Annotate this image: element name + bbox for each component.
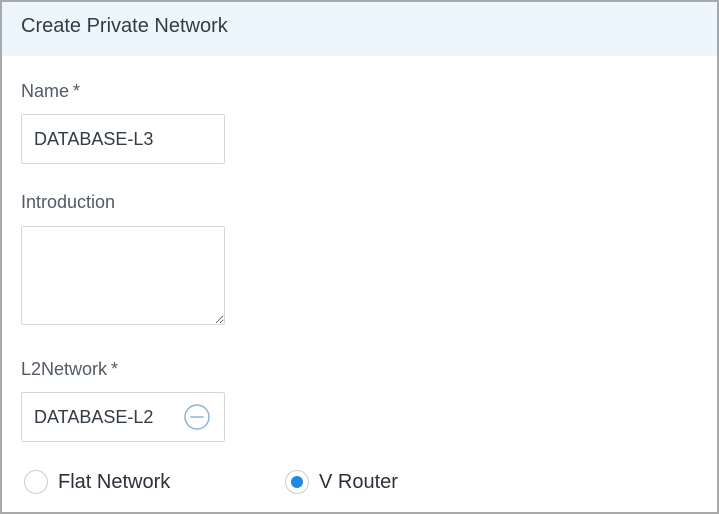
radio-circle-checked[interactable] — [285, 470, 309, 494]
l2network-selected-value: DATABASE-L2 — [34, 407, 154, 427]
dialog-title: Create Private Network — [21, 15, 228, 37]
radio-flat-network[interactable]: Flat Network — [24, 469, 224, 497]
introduction-textarea[interactable] — [21, 226, 225, 325]
create-private-network-dialog: Create Private Network Name* Introductio… — [0, 0, 719, 514]
radio-selected-dot — [291, 476, 303, 488]
required-mark: * — [73, 81, 81, 101]
radio-v-router[interactable]: V Router — [285, 469, 485, 497]
name-label-text: Name — [21, 81, 70, 101]
name-input[interactable] — [21, 114, 225, 164]
required-mark: * — [111, 359, 119, 379]
radio-label-flat-network: Flat Network — [58, 471, 171, 493]
l2network-selector[interactable]: DATABASE-L2 — [21, 392, 225, 442]
introduction-label: Introduction — [21, 192, 115, 213]
l2network-label: L2Network * — [21, 359, 118, 380]
radio-label-v-router: V Router — [319, 471, 398, 493]
l2network-label-text: L2Network — [21, 359, 108, 379]
name-label: Name * — [21, 81, 80, 102]
radio-circle-unchecked[interactable] — [24, 470, 48, 494]
dialog-header: Create Private Network — [2, 2, 717, 56]
introduction-label-text: Introduction — [21, 192, 116, 212]
minus-circle-icon[interactable] — [184, 404, 210, 430]
